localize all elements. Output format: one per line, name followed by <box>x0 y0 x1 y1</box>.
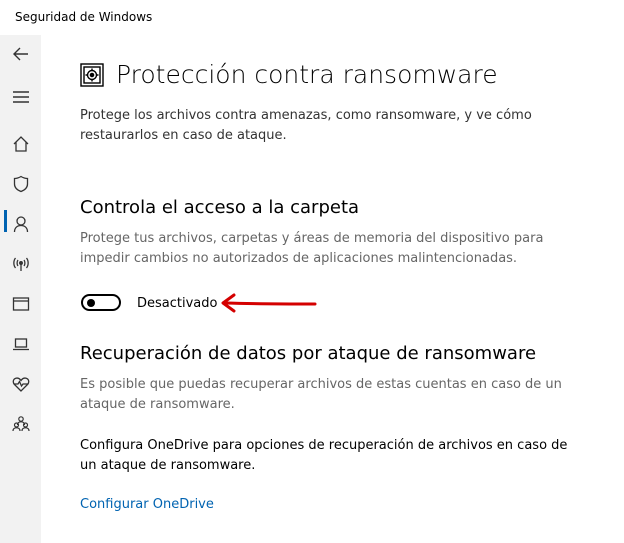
wireless-antenna-icon <box>12 257 29 271</box>
folder-access-description: Protege tus archivos, carpetas y áreas d… <box>80 231 544 266</box>
hamburger-menu-icon <box>12 91 29 103</box>
browser-window-icon <box>12 297 29 311</box>
title-bar: Seguridad de Windows <box>0 0 624 35</box>
sidebar-item-account-protection[interactable] <box>0 205 41 243</box>
main-content: Protección contra ransomware Protege los… <box>41 35 624 543</box>
ransomware-vault-icon <box>80 62 104 87</box>
page-header: Protección contra ransomware <box>79 60 498 89</box>
window-title: Seguridad de Windows <box>15 10 153 24</box>
annotation-arrow-icon <box>221 293 317 313</box>
laptop-icon <box>12 338 29 351</box>
folder-access-toggle-label: Desactivado <box>137 296 218 311</box>
sidebar-item-app-browser-control[interactable] <box>0 285 41 323</box>
toggle-knob <box>87 299 95 307</box>
sidebar-item-virus-protection[interactable] <box>0 165 41 203</box>
sidebar <box>0 35 41 543</box>
folder-access-title: Controla el acceso a la carpeta <box>80 197 360 218</box>
page-description: Protege los archivos contra amenazas, co… <box>80 108 532 143</box>
recovery-description: Es posible que puedas recuperar archivos… <box>80 377 562 412</box>
back-button[interactable] <box>0 35 41 73</box>
configure-onedrive-link[interactable]: Configurar OneDrive <box>80 497 214 512</box>
sidebar-item-home[interactable] <box>0 125 41 163</box>
shield-icon <box>13 175 28 193</box>
folder-access-toggle[interactable] <box>81 294 121 311</box>
family-icon <box>11 416 30 432</box>
menu-button[interactable] <box>0 78 41 116</box>
sidebar-item-family-options[interactable] <box>0 405 41 443</box>
person-icon <box>13 216 28 233</box>
page-title: Protección contra ransomware <box>116 60 498 89</box>
heart-pulse-icon <box>12 377 29 392</box>
back-arrow-icon <box>12 47 28 61</box>
recovery-title: Recuperación de datos por ataque de rans… <box>80 343 537 364</box>
home-icon <box>13 136 28 152</box>
sidebar-item-device-security[interactable] <box>0 325 41 363</box>
onedrive-text: Configura OneDrive para opciones de recu… <box>80 438 568 473</box>
sidebar-item-device-health[interactable] <box>0 365 41 403</box>
sidebar-item-firewall-network[interactable] <box>0 245 41 283</box>
